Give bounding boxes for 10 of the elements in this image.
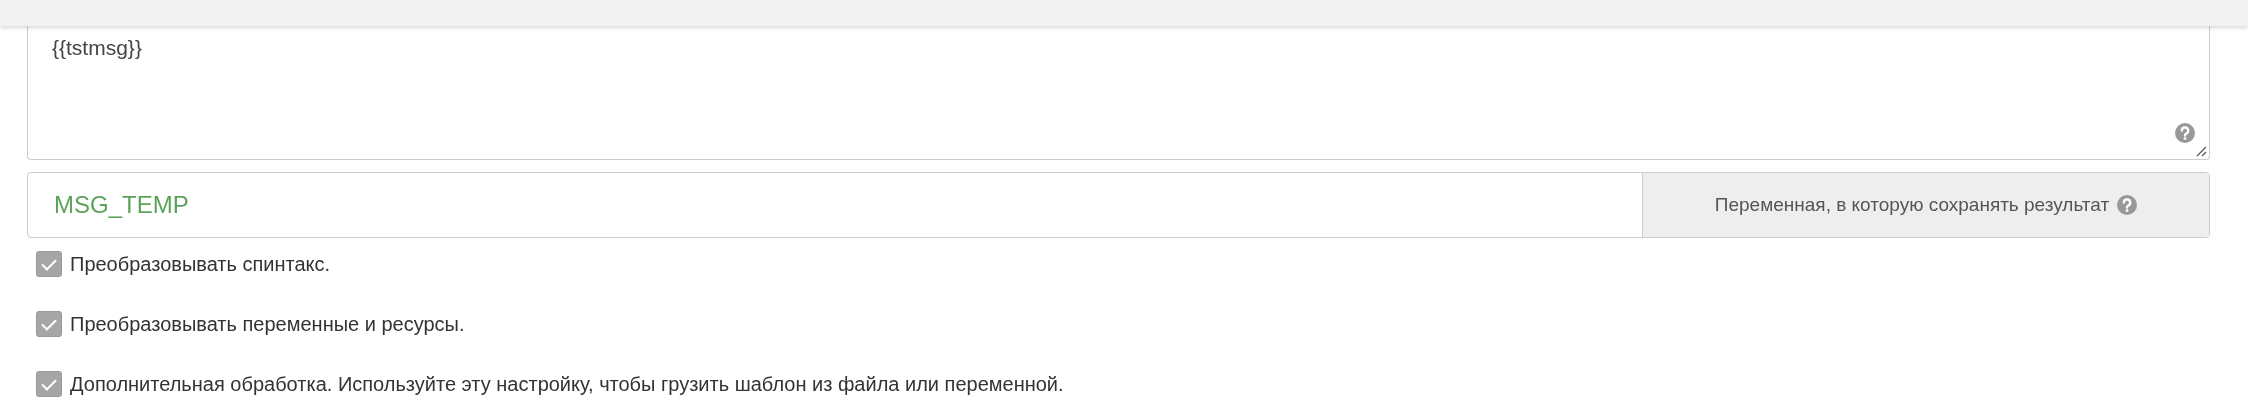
- checkbox[interactable]: [36, 251, 62, 277]
- checkbox[interactable]: [36, 371, 62, 397]
- help-icon[interactable]: [2117, 195, 2138, 215]
- template-field[interactable]: {{tstmsg}}: [27, 26, 2210, 160]
- checkbox-label: Дополнительная обработка. Используйте эту настройку, чтобы грузить шаблон из файла или переменной.: [70, 372, 1064, 396]
- addon-label: Переменная, в которую сохранять результат: [1714, 194, 2110, 216]
- resize-grip-icon[interactable]: [2195, 145, 2207, 157]
- checkbox[interactable]: [36, 311, 62, 337]
- checkbox-label: Преобразовывать спинтакс.: [70, 252, 331, 276]
- checkbox-label: Преобразовывать переменные и ресурсы.: [70, 312, 465, 336]
